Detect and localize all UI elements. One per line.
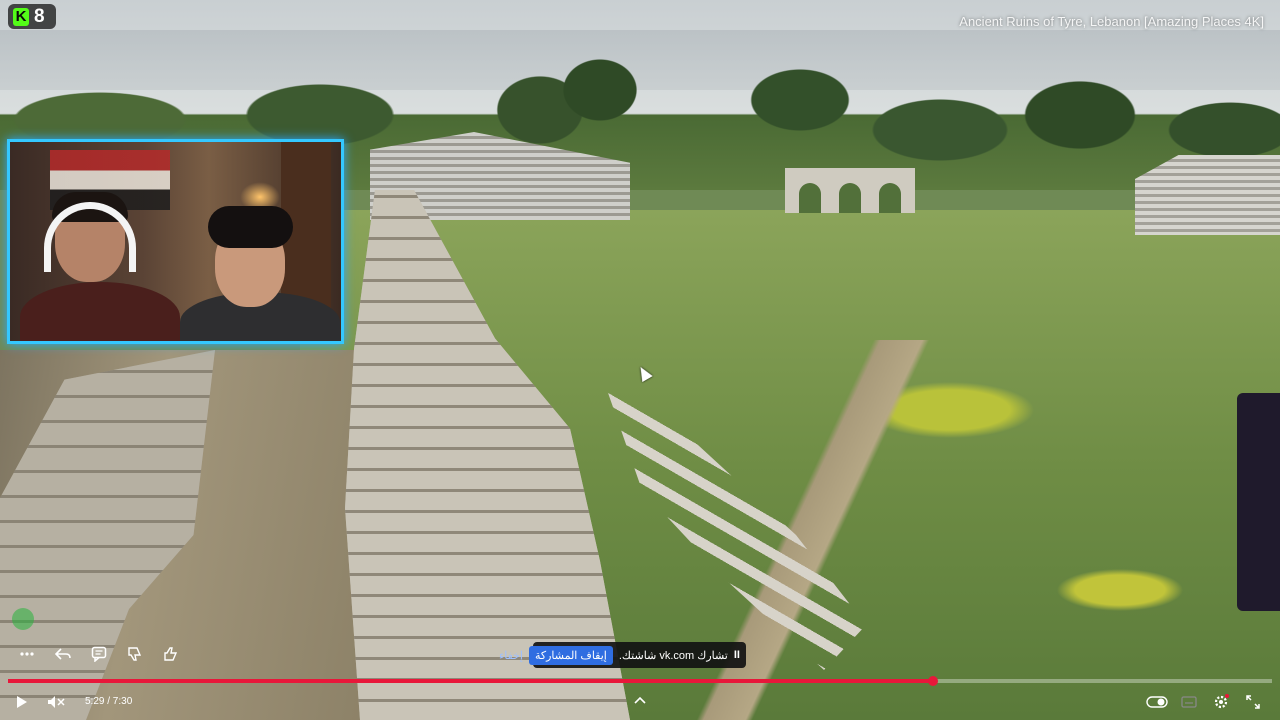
kick-k-icon: K bbox=[13, 7, 29, 26]
subtitles-icon[interactable] bbox=[1178, 691, 1200, 713]
video-title: Ancient Ruins of Tyre, Lebanon [Amazing … bbox=[959, 14, 1264, 29]
progress-fill bbox=[8, 679, 934, 683]
stop-sharing-button[interactable]: إيقاف المشاركة bbox=[528, 645, 613, 665]
pause-indicator: II bbox=[733, 649, 740, 661]
player-controls: 5:29 / 7:30 bbox=[0, 688, 1280, 716]
share-message: تشارك vk.com شاشتك. bbox=[618, 649, 728, 662]
fullscreen-icon[interactable] bbox=[1242, 691, 1264, 713]
streamer-right-hair bbox=[208, 206, 293, 248]
toggle-icon[interactable] bbox=[1146, 691, 1168, 713]
progress-bar[interactable] bbox=[8, 676, 1272, 686]
webcam-overlay bbox=[7, 139, 344, 344]
screen-share-banner: II تشارك vk.com شاشتك. إيقاف المشاركة إخ… bbox=[499, 642, 746, 668]
like-icon[interactable] bbox=[160, 643, 182, 665]
stone-arch bbox=[785, 168, 915, 213]
stadium-stand-right bbox=[1135, 155, 1280, 235]
comment-icon[interactable] bbox=[88, 643, 110, 665]
action-toolbar bbox=[16, 642, 182, 666]
time-display: 5:29 / 7:30 bbox=[85, 696, 133, 707]
mute-icon[interactable] bbox=[45, 691, 67, 713]
status-dot bbox=[12, 608, 34, 630]
kick-logo: K 8 bbox=[8, 4, 56, 29]
play-icon[interactable] bbox=[10, 691, 32, 713]
more-icon[interactable] bbox=[16, 643, 38, 665]
video-frame[interactable] bbox=[0, 0, 1280, 720]
streamer-left-body bbox=[20, 282, 180, 341]
settings-icon[interactable] bbox=[1210, 691, 1232, 713]
reply-icon[interactable] bbox=[52, 643, 74, 665]
hide-banner-button[interactable]: إخفاء bbox=[499, 649, 523, 662]
dislike-icon[interactable] bbox=[124, 643, 146, 665]
chevron-up-icon[interactable] bbox=[633, 692, 647, 710]
side-panel-tab[interactable] bbox=[1237, 393, 1280, 611]
kick-number: 8 bbox=[34, 6, 45, 27]
